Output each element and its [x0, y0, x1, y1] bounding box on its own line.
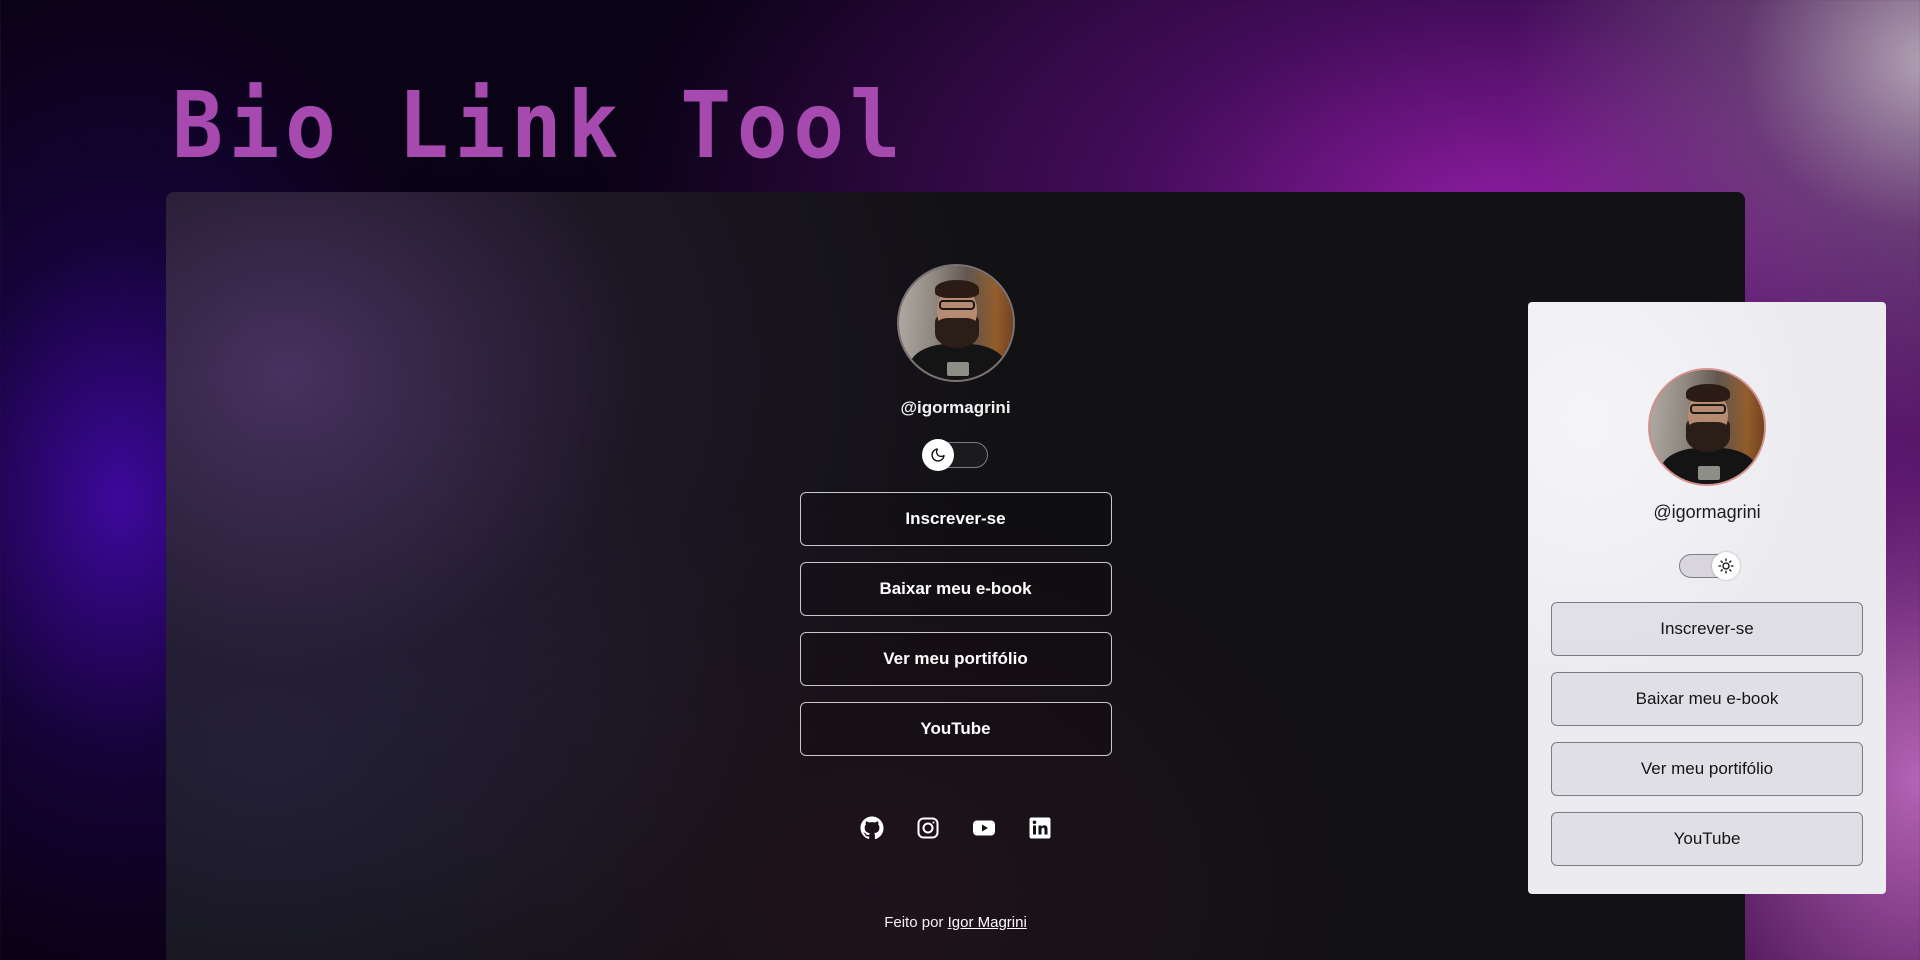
- youtube-icon[interactable]: [972, 816, 996, 840]
- app-title: Bio Link Tool: [172, 72, 907, 179]
- profile-column: @igormagrini Inscrever-se Baixar meu e-b…: [799, 264, 1112, 757]
- avatar-light: [1648, 368, 1766, 486]
- footer-prefix: Feito por: [884, 914, 948, 931]
- link-button-youtube[interactable]: YouTube: [799, 702, 1112, 757]
- profile-handle-light: @igormagrini: [1653, 502, 1761, 522]
- theme-toggle[interactable]: [921, 439, 988, 472]
- avatar: [896, 264, 1015, 382]
- github-icon[interactable]: [860, 816, 884, 840]
- link-button-ebook[interactable]: Baixar meu e-book: [799, 562, 1112, 617]
- social-links: [860, 816, 1052, 840]
- footer-credit: Feito por Igor Magrini: [884, 914, 1027, 931]
- link-button-portfolio[interactable]: Ver meu portifólio: [799, 632, 1112, 687]
- sun-icon[interactable]: [1712, 551, 1740, 580]
- dark-preview-panel: @igormagrini Inscrever-se Baixar meu e-b…: [166, 192, 1745, 960]
- link-button-portfolio-light[interactable]: Ver meu portifólio: [1551, 741, 1863, 796]
- link-button-subscribe-light[interactable]: Inscrever-se: [1551, 601, 1863, 656]
- light-preview-panel: @igormagrini Inscrever-se Baixar meu e-b…: [1528, 302, 1886, 894]
- link-list-light: Inscrever-se Baixar meu e-book Ver meu p…: [1551, 601, 1863, 866]
- link-button-ebook-light[interactable]: Baixar meu e-book: [1551, 671, 1863, 726]
- instagram-icon[interactable]: [916, 816, 940, 840]
- theme-toggle-light[interactable]: [1679, 551, 1740, 580]
- profile-handle: @igormagrini: [900, 398, 1011, 417]
- link-button-youtube-light[interactable]: YouTube: [1551, 811, 1863, 866]
- footer-author-link[interactable]: Igor Magrini: [948, 914, 1027, 931]
- link-button-subscribe[interactable]: Inscrever-se: [799, 492, 1112, 547]
- moon-icon[interactable]: [921, 439, 954, 472]
- link-list: Inscrever-se Baixar meu e-book Ver meu p…: [799, 492, 1112, 757]
- linkedin-icon[interactable]: [1028, 816, 1052, 840]
- profile-column-light: @igormagrini Inscrever-se Baixar meu e-b…: [1551, 368, 1863, 866]
